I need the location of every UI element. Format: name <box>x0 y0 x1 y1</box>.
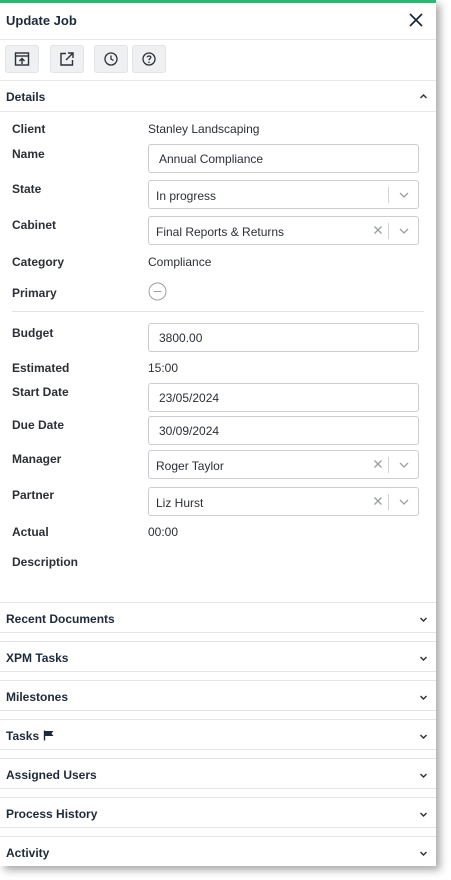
section-label: Activity <box>6 846 50 860</box>
partner-value: Liz Hurst <box>156 496 204 510</box>
external-link-icon <box>60 52 74 66</box>
clock-icon <box>104 52 118 66</box>
section-process-history[interactable]: Process History <box>0 797 436 828</box>
section-label: Tasks <box>6 729 40 743</box>
primary-label: Primary <box>12 286 57 300</box>
name-label: Name <box>12 147 45 161</box>
actual-label: Actual <box>12 525 49 539</box>
category-label: Category <box>12 255 65 269</box>
toolbar <box>0 40 436 81</box>
section-label: Assigned Users <box>6 768 97 782</box>
name-input[interactable] <box>148 144 419 173</box>
state-select[interactable]: In progress <box>148 180 419 209</box>
state-label: State <box>12 182 42 196</box>
section-label: XPM Tasks <box>6 651 69 665</box>
section-assigned-users[interactable]: Assigned Users <box>0 758 436 789</box>
history-button[interactable] <box>94 45 128 73</box>
budget-input[interactable] <box>148 323 419 352</box>
section-label: Process History <box>6 807 98 821</box>
client-label: Client <box>12 122 46 136</box>
chevron-down-icon <box>420 773 427 778</box>
open-in-app-icon <box>14 52 30 66</box>
details-section-header[interactable]: Details <box>0 81 436 112</box>
manager-label: Manager <box>12 452 62 466</box>
manager-select[interactable]: Roger Taylor <box>148 450 419 479</box>
flag-icon <box>43 730 54 741</box>
clear-icon[interactable] <box>372 495 384 507</box>
chevron-down-icon <box>420 812 427 817</box>
manager-value: Roger Taylor <box>156 459 224 473</box>
due-date-input[interactable] <box>148 416 419 445</box>
details-heading: Details <box>6 90 46 104</box>
chevron-down-icon <box>420 734 427 739</box>
help-icon <box>142 52 156 66</box>
open-in-app-button[interactable] <box>5 45 39 73</box>
budget-label: Budget <box>12 326 54 340</box>
update-job-panel: Update Job Details Client Stanley Landsc… <box>0 0 436 866</box>
chevron-up-icon <box>420 94 427 99</box>
clear-icon[interactable] <box>372 458 384 470</box>
section-activity[interactable]: Activity <box>0 836 436 866</box>
chevron-down-icon <box>420 617 427 622</box>
details-body: Client Stanley Landscaping Name State In… <box>0 112 436 622</box>
chevron-down-icon[interactable] <box>398 461 410 469</box>
estimated-value: 15:00 <box>148 361 179 375</box>
section-label: Milestones <box>6 690 69 704</box>
cabinet-label: Cabinet <box>12 218 57 232</box>
start-date-input[interactable] <box>148 383 419 412</box>
due-date-label: Due Date <box>12 418 65 432</box>
cabinet-value: Final Reports & Returns <box>156 225 285 239</box>
section-recent-documents[interactable]: Recent Documents <box>0 602 436 633</box>
chevron-down-icon <box>420 851 427 856</box>
chevron-down-icon[interactable] <box>398 191 410 199</box>
partner-label: Partner <box>12 488 55 502</box>
section-milestones[interactable]: Milestones <box>0 680 436 711</box>
section-label-wrap: Tasks <box>6 729 55 743</box>
section-tasks[interactable]: Tasks <box>0 719 436 750</box>
section-xpm-tasks[interactable]: XPM Tasks <box>0 641 436 672</box>
select-separator <box>388 494 389 510</box>
start-date-label: Start Date <box>12 385 69 399</box>
close-icon[interactable] <box>404 8 428 32</box>
chevron-down-icon <box>420 656 427 661</box>
select-separator <box>388 457 389 473</box>
minus-circle-icon <box>148 282 167 301</box>
external-link-button[interactable] <box>50 45 84 73</box>
cabinet-select[interactable]: Final Reports & Returns <box>148 216 419 245</box>
state-value: In progress <box>156 189 217 203</box>
section-label: Recent Documents <box>6 612 115 626</box>
panel-header: Update Job <box>0 3 436 40</box>
client-value: Stanley Landscaping <box>148 122 260 136</box>
estimated-label: Estimated <box>12 361 70 375</box>
chevron-down-icon <box>420 695 427 700</box>
section-divider <box>12 311 424 312</box>
partner-select[interactable]: Liz Hurst <box>148 487 419 516</box>
actual-value: 00:00 <box>148 525 179 539</box>
panel-title: Update Job <box>6 13 77 28</box>
primary-toggle[interactable] <box>148 282 167 306</box>
select-separator <box>388 223 389 239</box>
chevron-down-icon[interactable] <box>398 227 410 235</box>
clear-icon[interactable] <box>372 224 384 236</box>
category-value: Compliance <box>148 255 212 269</box>
chevron-down-icon[interactable] <box>398 498 410 506</box>
help-button[interactable] <box>132 45 166 73</box>
description-label: Description <box>12 555 79 569</box>
select-separator <box>388 187 389 203</box>
